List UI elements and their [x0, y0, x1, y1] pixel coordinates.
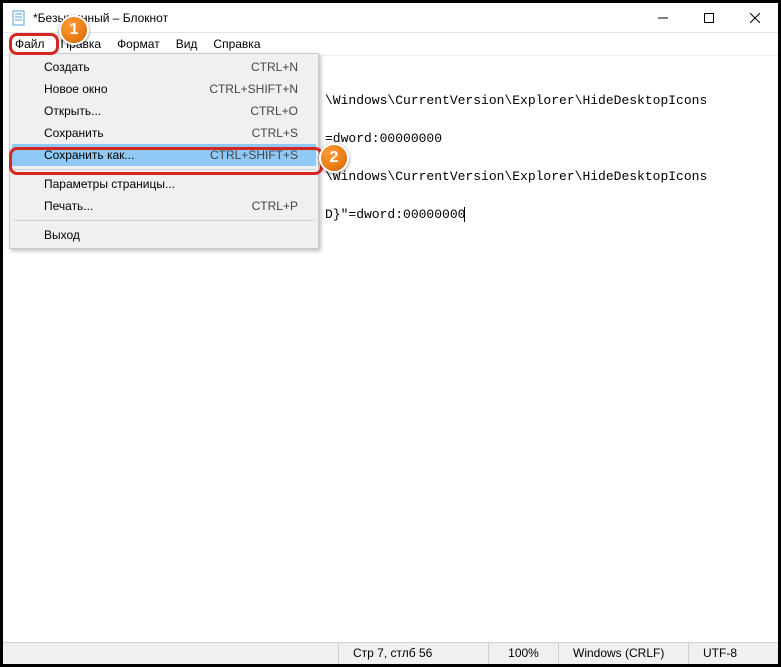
text-line: \Windows\CurrentVersion\Explorer\HideDes…	[325, 93, 707, 108]
menu-item-exit[interactable]: Выход	[12, 224, 316, 246]
status-eol: Windows (CRLF)	[558, 643, 688, 664]
menu-help[interactable]: Справка	[205, 35, 268, 53]
notepad-icon	[11, 10, 27, 26]
menu-item-new-window[interactable]: Новое окно CTRL+SHIFT+N	[12, 78, 316, 100]
titlebar: *Безымянный – Блокнот	[3, 3, 778, 33]
status-zoom: 100%	[488, 643, 558, 664]
menu-item-new[interactable]: Создать CTRL+N	[12, 56, 316, 78]
menu-item-print[interactable]: Печать... CTRL+P	[12, 195, 316, 217]
maximize-button[interactable]	[686, 3, 732, 32]
annotation-badge: 2	[319, 143, 349, 173]
menu-item-save[interactable]: Сохранить CTRL+S	[12, 122, 316, 144]
annotation-badge: 1	[59, 15, 89, 45]
close-button[interactable]	[732, 3, 778, 32]
menu-view[interactable]: Вид	[168, 35, 206, 53]
text-line: =dword:00000000	[325, 131, 442, 146]
status-position: Стр 7, стлб 56	[338, 643, 488, 664]
menu-separator	[13, 220, 315, 221]
status-encoding: UTF-8	[688, 643, 778, 664]
text-line: \Windows\CurrentVersion\Explorer\HideDes…	[325, 169, 707, 184]
minimize-button[interactable]	[640, 3, 686, 32]
statusbar: Стр 7, стлб 56 100% Windows (CRLF) UTF-8	[3, 642, 778, 664]
menu-format[interactable]: Формат	[109, 35, 168, 53]
text-caret	[464, 207, 465, 222]
menu-item-page-setup[interactable]: Параметры страницы...	[12, 173, 316, 195]
menu-item-open[interactable]: Открыть... CTRL+O	[12, 100, 316, 122]
window-title: *Безымянный – Блокнот	[33, 11, 640, 25]
text-line: D}"=dword:00000000	[325, 207, 465, 222]
